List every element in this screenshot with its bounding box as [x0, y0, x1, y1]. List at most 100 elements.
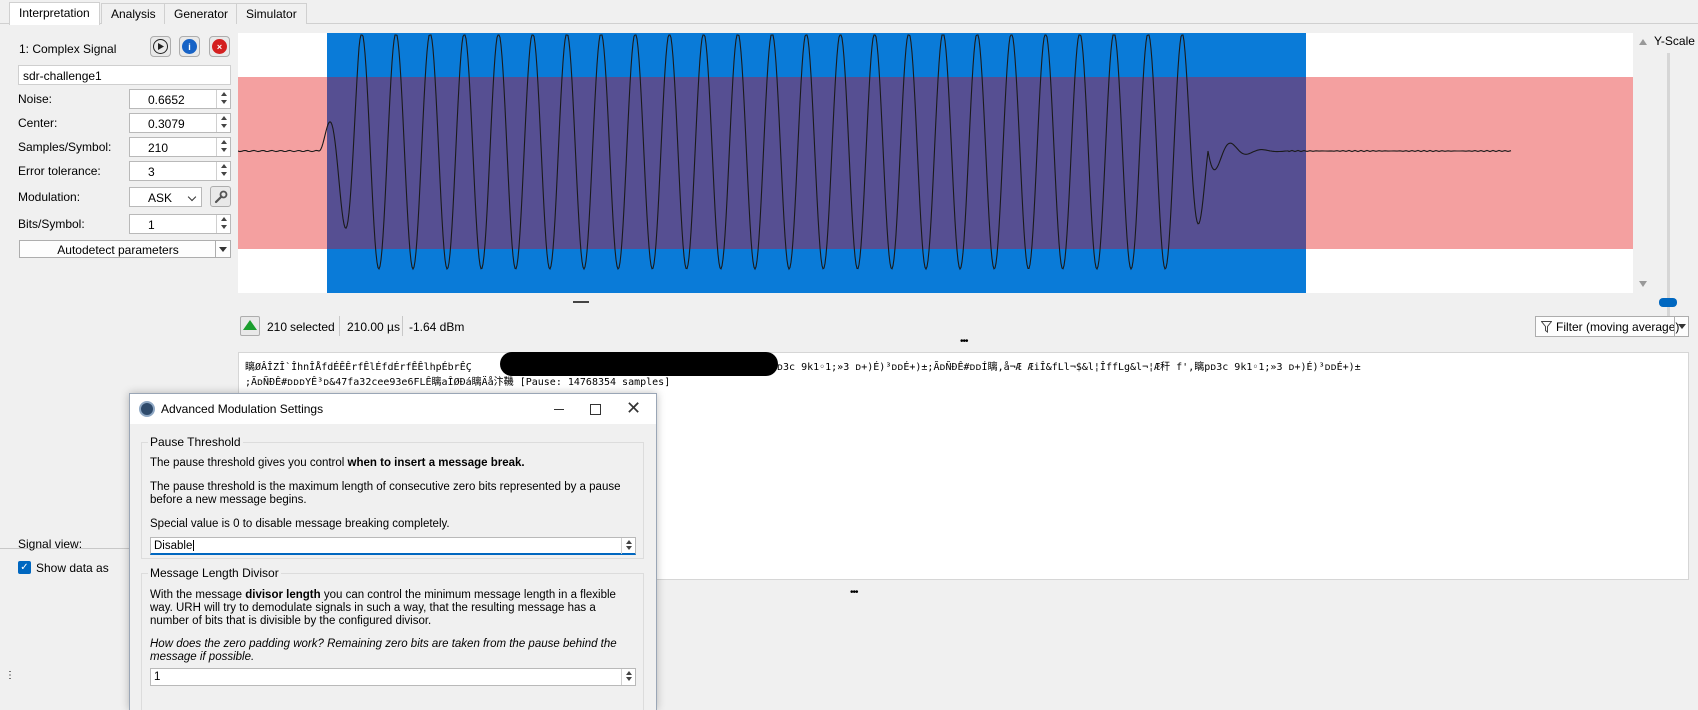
tab-simulator[interactable]: Simulator — [236, 3, 307, 24]
noise-value: 0.6652 — [148, 93, 185, 107]
dialog-title: Advanced Modulation Settings — [161, 402, 324, 416]
signal-title: 1: Complex Signal — [19, 42, 117, 56]
bits-per-symbol-value: 1 — [148, 218, 155, 232]
demod-line-2: ;ÃᴅÑÐÊ#ᴅᴅᴅYÊ³ᴅ&47fa32cee93e6FLÊ瞝aÎØÐá瞝Äå… — [245, 377, 671, 388]
replay-button[interactable] — [150, 36, 171, 57]
center-spinbox[interactable]: 0.3079 — [129, 113, 231, 133]
close-signal-button[interactable]: × — [209, 36, 230, 57]
tab-analysis[interactable]: Analysis — [101, 3, 166, 24]
selection-duration: 210.00 µs — [347, 320, 400, 334]
pause-threshold-stepper[interactable] — [621, 538, 635, 554]
close-icon: × — [212, 39, 227, 54]
message-length-divisor-spinbox[interactable]: 1 — [150, 668, 636, 686]
samples-per-symbol-row: Samples/Symbol: 210 — [18, 137, 231, 157]
close-dialog-button[interactable]: ✕ — [618, 398, 648, 420]
close-icon: ✕ — [626, 398, 642, 418]
tab-bar: Interpretation Analysis Generator Simula… — [0, 0, 1698, 25]
maximize-button[interactable] — [580, 398, 610, 420]
filter-icon — [1541, 321, 1552, 333]
divider — [339, 316, 340, 336]
scroll-down-arrow-icon[interactable] — [1639, 281, 1647, 287]
tab-generator[interactable]: Generator — [164, 3, 239, 24]
message-length-divisor-title: Message Length Divisor — [148, 566, 281, 580]
scroll-up-arrow-icon[interactable] — [1639, 39, 1647, 45]
splitter-handle[interactable]: ••• — [850, 587, 858, 598]
filter-button[interactable]: Filter (moving average) — [1535, 316, 1689, 337]
chevron-down-icon — [187, 192, 197, 202]
noise-stepper[interactable] — [216, 90, 230, 108]
divider — [402, 316, 403, 336]
splitter-handle[interactable]: ••• — [960, 336, 968, 347]
pause-threshold-title: Pause Threshold — [148, 435, 243, 449]
show-selection-button[interactable] — [240, 316, 260, 336]
dialog-body: Pause Threshold The pause threshold give… — [130, 424, 656, 710]
pause-threshold-value: Disable — [154, 540, 195, 552]
samples-per-symbol-value: 210 — [148, 141, 169, 155]
selected-label: selected — [290, 320, 335, 334]
noise-spinbox[interactable]: 0.6652 — [129, 89, 231, 109]
wrench-icon — [214, 190, 227, 203]
selection-power: -1.64 dBm — [409, 320, 465, 334]
bits-per-symbol-label: Bits/Symbol: — [18, 217, 85, 231]
tab-interpretation[interactable]: Interpretation — [9, 2, 100, 25]
message-length-divisor-value: 1 — [154, 671, 161, 683]
y-scale-slider-handle[interactable] — [1659, 298, 1677, 307]
pause-description-2: The pause threshold is the maximum lengt… — [150, 481, 621, 506]
selected-count: 210 — [267, 320, 288, 334]
error-tolerance-value: 3 — [148, 165, 155, 179]
y-scale-panel: Y-Scale — [1633, 33, 1698, 333]
error-tolerance-label: Error tolerance: — [18, 164, 101, 178]
signal-plot-canvas[interactable] — [237, 33, 1633, 293]
redaction-mark — [500, 352, 778, 376]
samples-per-symbol-stepper[interactable] — [216, 138, 230, 156]
play-icon — [153, 39, 168, 54]
autodetect-label: Autodetect parameters — [57, 243, 179, 257]
filter-label: Filter (moving average) — [1556, 320, 1680, 334]
bits-per-symbol-spinbox[interactable]: 1 — [129, 214, 231, 234]
samples-per-symbol-spinbox[interactable]: 210 — [129, 137, 231, 157]
y-scale-slider[interactable] — [1667, 53, 1670, 333]
signal-name-field[interactable]: sdr-challenge1 — [18, 65, 231, 85]
info-button[interactable]: i — [179, 36, 200, 57]
pause-description-3: Special value is 0 to disable message br… — [150, 518, 450, 530]
divisor-description-1: With the message divisor length you can … — [150, 589, 616, 627]
message-length-divisor-group: Message Length Divisor With the message … — [141, 566, 644, 710]
center-row: Center: 0.3079 — [18, 113, 231, 133]
modulation-row: Modulation: ASK — [18, 186, 231, 207]
modulation-label: Modulation: — [18, 190, 81, 204]
error-tolerance-row: Error tolerance: 3 — [18, 161, 231, 181]
bits-per-symbol-stepper[interactable] — [216, 215, 230, 233]
y-scale-label: Y-Scale — [1654, 34, 1695, 48]
show-data-label: Show data as — [36, 561, 109, 575]
error-tolerance-stepper[interactable] — [216, 162, 230, 180]
advanced-modulation-dialog: Advanced Modulation Settings ✕ Pause Thr… — [129, 393, 657, 710]
signal-plot[interactable] — [237, 33, 1633, 293]
noise-label: Noise: — [18, 92, 53, 106]
center-value: 0.3079 — [148, 117, 185, 131]
modulation-value: ASK — [148, 191, 173, 205]
center-stepper[interactable] — [216, 114, 230, 132]
samples-per-symbol-label: Samples/Symbol: — [18, 140, 112, 154]
pause-threshold-group: Pause Threshold The pause threshold give… — [141, 435, 644, 559]
filter-dropdown[interactable] — [1674, 317, 1688, 336]
dialog-title-bar[interactable]: Advanced Modulation Settings ✕ — [130, 394, 656, 424]
app-icon — [139, 401, 155, 417]
demod-line-1a: 瞝ØÂÎZÎ`ÎhnÎÅfdÉÊÊrfÊlÉfdÉrfÊÊlhpÉbrÊÇ — [245, 362, 472, 373]
up-arrow-icon — [243, 320, 257, 330]
autodetect-button[interactable]: Autodetect parameters — [19, 240, 231, 258]
pause-threshold-spinbox[interactable]: Disable — [150, 537, 636, 555]
minimize-button[interactable] — [544, 398, 574, 420]
message-length-divisor-stepper[interactable] — [621, 669, 635, 685]
advanced-modulation-button[interactable] — [210, 186, 231, 207]
modulation-select[interactable]: ASK — [129, 187, 202, 207]
divisor-description-2: How does the zero padding work? Remainin… — [150, 638, 617, 663]
error-tolerance-spinbox[interactable]: 3 — [129, 161, 231, 181]
info-icon: i — [182, 39, 197, 54]
left-splitter-handle[interactable]: ⋮ — [5, 670, 15, 681]
pause-description-1: The pause threshold gives you control wh… — [150, 457, 525, 469]
plot-resize-handle[interactable] — [573, 301, 589, 303]
noise-row: Noise: 0.6652 — [18, 89, 231, 109]
signal-view-label: Signal view: — [18, 537, 83, 551]
bits-per-symbol-row: Bits/Symbol: 1 — [18, 214, 231, 234]
autodetect-dropdown[interactable] — [215, 241, 230, 257]
